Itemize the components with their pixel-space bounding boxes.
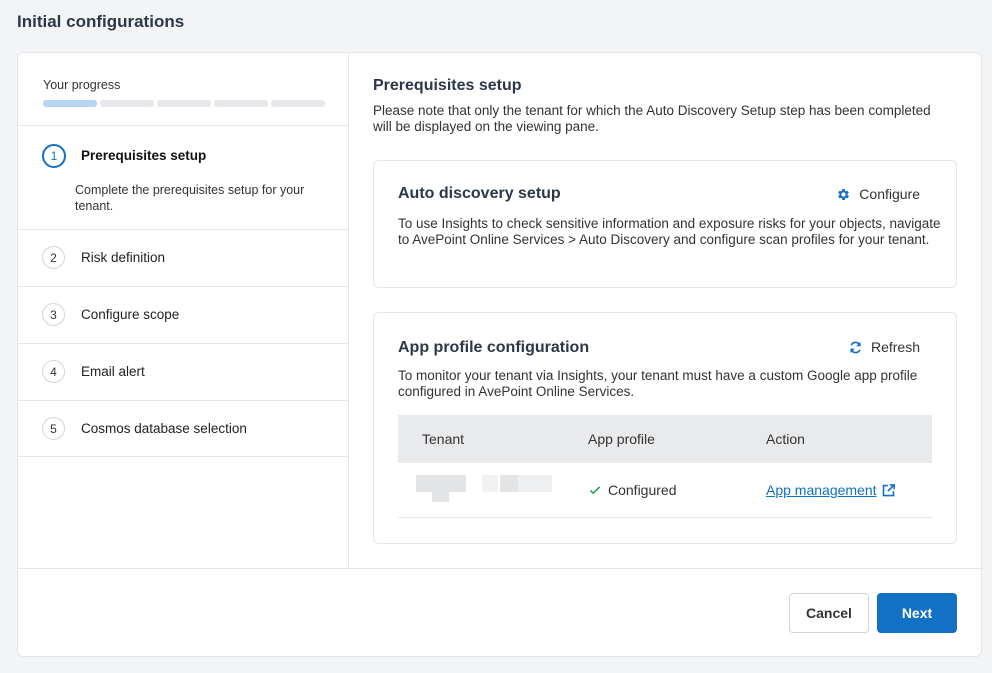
column-header: App profile: [588, 431, 655, 447]
progress-segment: [214, 100, 268, 107]
step-label: Email alert: [81, 364, 145, 379]
panel-text: To monitor your tenant via Insights, you…: [398, 368, 918, 399]
refresh-icon: [850, 341, 861, 353]
step-label: Cosmos database selection: [81, 421, 247, 436]
cancel-button[interactable]: Cancel: [789, 593, 869, 633]
table-header: Tenant App profile Action: [398, 415, 932, 463]
progress-segment: [43, 100, 97, 107]
app-profile-panel: App profile configuration Refresh To mon…: [373, 312, 957, 544]
configure-button[interactable]: Configure: [836, 186, 920, 202]
gear-icon: [838, 188, 850, 200]
progress-segment: [100, 100, 154, 107]
progress-segment: [157, 100, 211, 107]
check-icon: [589, 486, 601, 495]
section-note: Please note that only the tenant for whi…: [373, 103, 931, 134]
footer-divider: [18, 568, 981, 569]
step-number: 1: [42, 144, 66, 168]
next-button[interactable]: Next: [877, 593, 957, 633]
progress-label: Your progress: [43, 78, 121, 92]
step-label: Configure scope: [81, 307, 180, 322]
column-header: Action: [766, 431, 805, 447]
app-profile-status: Configured: [608, 482, 677, 498]
step-prerequisites-setup[interactable]: 1 Prerequisites setup Complete the prere…: [18, 125, 349, 229]
wizard-sidebar: Your progress 1 Prerequisites setup Comp…: [18, 53, 349, 568]
step-number: 4: [42, 360, 65, 383]
section-title: Prerequisites setup: [373, 77, 522, 94]
wizard-card: Your progress 1 Prerequisites setup Comp…: [17, 52, 982, 657]
step-label: Risk definition: [81, 250, 166, 265]
progress-bar: [43, 100, 325, 107]
refresh-button[interactable]: Refresh: [848, 339, 920, 355]
tenant-table: Tenant App profile Action Configured App…: [398, 415, 932, 518]
step-email-alert[interactable]: 4 Email alert: [18, 343, 349, 400]
step-configure-scope[interactable]: 3 Configure scope: [18, 286, 349, 343]
panel-title: Auto discovery setup: [398, 185, 561, 202]
external-link-icon[interactable]: [881, 483, 896, 498]
step-cosmos-database-selection[interactable]: 5 Cosmos database selection: [18, 400, 349, 457]
step-risk-definition[interactable]: 2 Risk definition: [18, 229, 349, 286]
refresh-label: Refresh: [870, 339, 920, 355]
redacted-tenant-name: [416, 475, 576, 505]
configure-label: Configure: [859, 186, 920, 202]
step-number: 2: [42, 246, 65, 269]
column-header: Tenant: [422, 431, 465, 447]
step-number: 3: [42, 303, 65, 326]
app-profile-cell: Configured: [588, 482, 766, 498]
panel-title: App profile configuration: [398, 339, 590, 356]
table-row: Configured App management: [398, 463, 932, 518]
step-description: Complete the prerequisites setup for you…: [75, 183, 305, 213]
progress-segment: [271, 100, 325, 107]
tenant-cell: [398, 475, 588, 505]
step-label: Prerequisites setup: [81, 148, 207, 163]
panel-text: To use Insights to check sensitive infor…: [398, 216, 941, 247]
step-number: 5: [42, 417, 65, 440]
auto-discovery-panel: Auto discovery setup Configure To use In…: [373, 160, 957, 288]
action-cell: App management: [766, 482, 932, 498]
app-management-link[interactable]: App management: [766, 482, 877, 498]
page-title: Initial configurations: [17, 12, 185, 31]
